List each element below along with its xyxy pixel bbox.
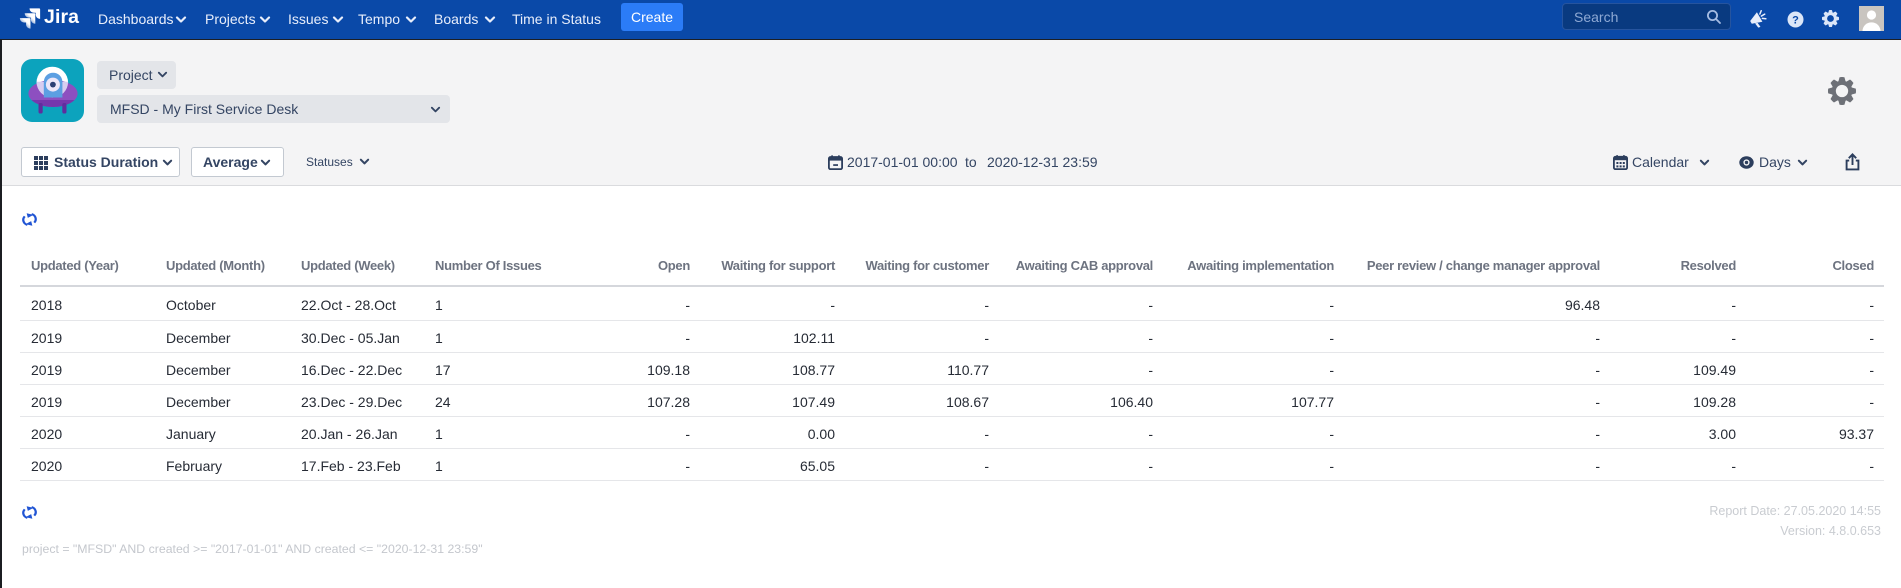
svg-text:?: ? bbox=[1792, 15, 1799, 27]
